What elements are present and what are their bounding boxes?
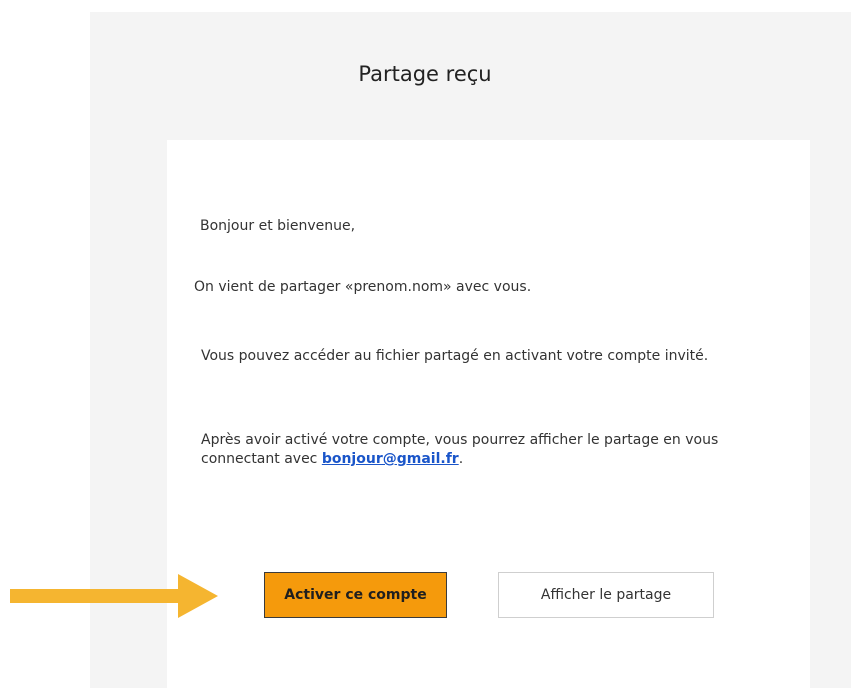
arrow-right-icon <box>10 574 218 618</box>
shared-message-suffix: » avec vous. <box>443 279 532 295</box>
shared-message-prefix: On vient de partager « <box>194 279 354 295</box>
login-instructions-period: . <box>458 451 464 467</box>
view-share-button[interactable]: Afficher le partage <box>498 572 714 618</box>
shared-item-name: prenom.nom <box>353 279 444 295</box>
email-content-card: Bonjour et bienvenue, On vient de partag… <box>167 140 810 688</box>
access-instructions: Vous pouvez accéder au fichier partagé e… <box>201 348 709 364</box>
email-title: Partage reçu <box>358 62 492 86</box>
greeting-text: Bonjour et bienvenue, <box>200 218 356 234</box>
activate-account-button[interactable]: Activer ce compte <box>264 572 447 618</box>
shared-message: On vient de partager «prenom.nom» avec v… <box>194 278 774 297</box>
arrow-shape <box>10 574 218 618</box>
email-address-link[interactable]: bonjour@gmail.fr <box>322 451 459 467</box>
login-instructions: Après avoir activé votre compte, vous po… <box>201 431 781 469</box>
screenshot-canvas: Partage reçu Bonjour et bienvenue, On vi… <box>0 0 851 688</box>
